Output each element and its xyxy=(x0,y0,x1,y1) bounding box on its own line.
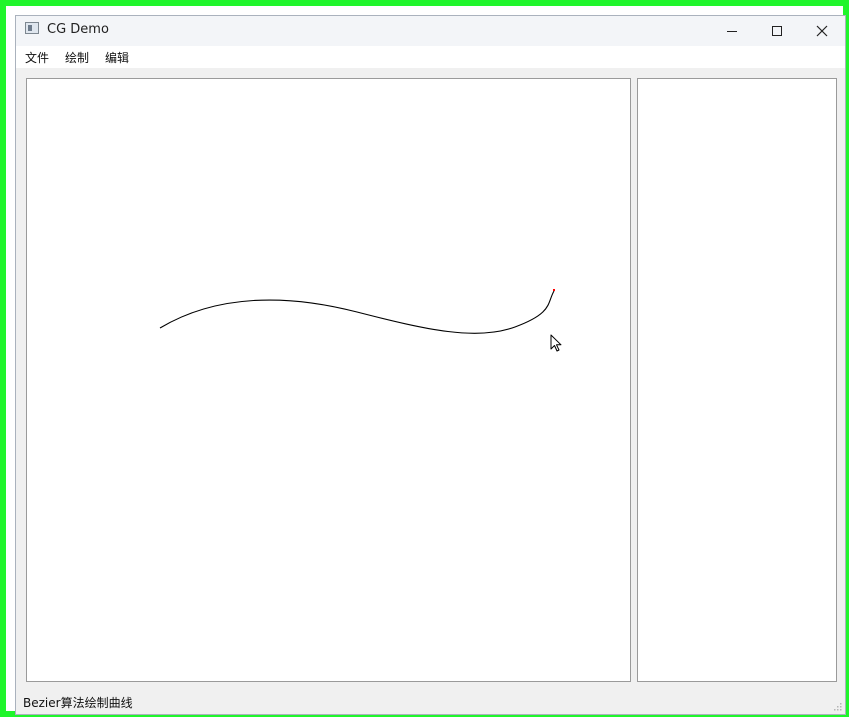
mouse-pointer-icon xyxy=(550,334,562,352)
app-window-icon xyxy=(25,22,39,34)
maximize-icon xyxy=(771,26,782,36)
side-panel xyxy=(637,78,837,682)
menu-file[interactable]: 文件 xyxy=(25,49,49,66)
menu-edit[interactable]: 编辑 xyxy=(105,49,129,66)
curve-endpoint-marker xyxy=(553,289,555,291)
title-bar[interactable]: CG Demo xyxy=(16,16,845,46)
close-button[interactable] xyxy=(799,16,844,46)
minimize-button[interactable] xyxy=(709,16,754,46)
close-icon xyxy=(816,25,827,37)
status-bar: Bezier算法绘制曲线 xyxy=(16,690,845,714)
bezier-curve xyxy=(159,290,555,334)
menu-bar: 文件 绘制 编辑 xyxy=(16,46,845,68)
maximize-button[interactable] xyxy=(754,16,799,46)
window-title: CG Demo xyxy=(47,22,109,37)
menu-draw[interactable]: 绘制 xyxy=(65,49,89,66)
app-window: CG Demo 文件 绘制 编辑 Bezier算法绘制曲线 xyxy=(15,15,846,715)
drawing-canvas[interactable] xyxy=(26,78,631,682)
canvas-drawing-surface[interactable] xyxy=(27,79,630,681)
status-message: Bezier算法绘制曲线 xyxy=(23,696,133,710)
minimize-icon xyxy=(726,31,737,32)
outer-highlight-frame: CG Demo 文件 绘制 编辑 Bezier算法绘制曲线 xyxy=(0,0,849,717)
size-grip-icon[interactable] xyxy=(832,701,842,711)
